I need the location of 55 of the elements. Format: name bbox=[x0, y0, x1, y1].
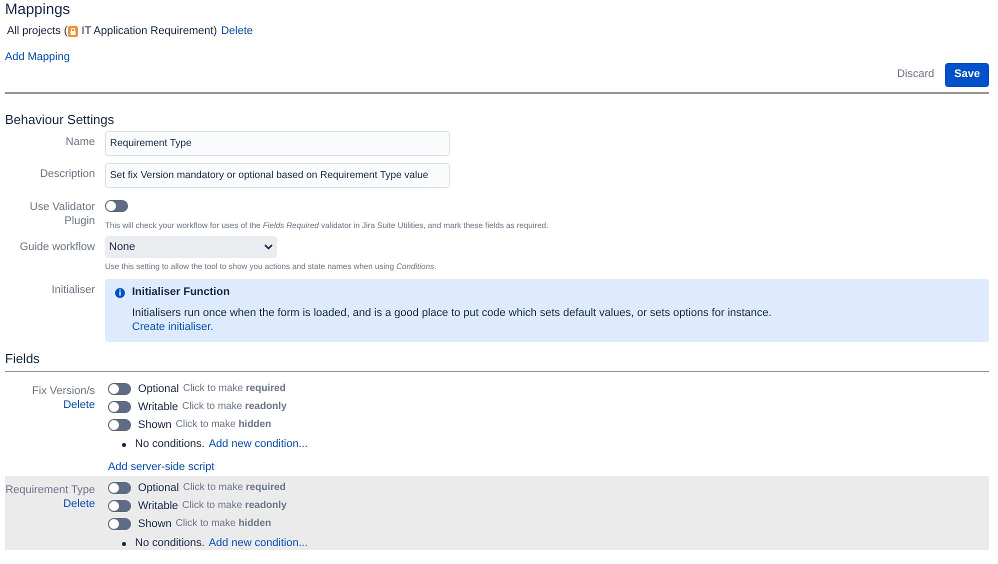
mapping-text: IT Application Requirement) bbox=[82, 25, 218, 38]
bullet-icon bbox=[122, 442, 126, 447]
delete-link[interactable]: Delete bbox=[63, 497, 95, 512]
toggle-state: Writable bbox=[138, 500, 178, 513]
section-title: Fields bbox=[5, 351, 41, 368]
bullet-icon bbox=[122, 542, 126, 546]
toggle-hint: Click to make readonly bbox=[182, 500, 287, 512]
field-label: Guide workflow bbox=[18, 240, 95, 256]
toggle-hint: Click to make hidden bbox=[176, 518, 272, 530]
conditions-text: No conditions. bbox=[135, 537, 205, 550]
delete-link[interactable]: Delete bbox=[221, 25, 253, 38]
save-button[interactable]: Save bbox=[945, 63, 989, 87]
create-initialiser-link[interactable]: Create initialiser. bbox=[132, 320, 214, 334]
field-name: Requirement Type bbox=[5, 483, 95, 498]
chevron-down-icon bbox=[264, 244, 273, 250]
toggle-hint: Click to make readonly bbox=[182, 401, 287, 414]
toggle-state: Shown bbox=[138, 418, 172, 432]
field-label: Name bbox=[64, 134, 95, 150]
field-label: Use Validator Plugin bbox=[28, 200, 95, 229]
toggle-state: Optional bbox=[138, 482, 179, 495]
field-label: Initialiser bbox=[50, 282, 95, 298]
toggle-switch[interactable] bbox=[108, 401, 131, 414]
toggle-state: Shown bbox=[138, 518, 172, 531]
add-mapping-link[interactable]: Add Mapping bbox=[5, 51, 70, 64]
toggle-state: Optional bbox=[138, 382, 179, 396]
mapping-text: All projects ( bbox=[7, 25, 68, 38]
workflow-dropdown[interactable]: None bbox=[105, 236, 277, 258]
description-field[interactable]: Set fix Version mandatory or optional based on Requirement Type value bbox=[105, 162, 450, 188]
toggle-switch[interactable] bbox=[108, 482, 131, 494]
project-icon bbox=[68, 26, 78, 38]
toggle-switch[interactable] bbox=[108, 500, 131, 512]
toggle-hint: Click to make required bbox=[182, 482, 286, 494]
conditions-text: No conditions. bbox=[135, 438, 205, 452]
toggle-hint: Click to make required bbox=[182, 383, 286, 396]
info-icon bbox=[115, 288, 125, 298]
toggle-switch[interactable] bbox=[108, 383, 131, 396]
section-title: Mappings bbox=[5, 0, 72, 20]
section-title: Behaviour Settings bbox=[5, 112, 116, 128]
toggle-switch[interactable] bbox=[108, 419, 131, 432]
add-condition-link[interactable]: Add new condition... bbox=[208, 537, 308, 550]
help-text: Use this setting to allow the tool to show you actions and state names when using Conditions. bbox=[105, 262, 438, 272]
help-text: This will check your workflow for uses of the Fields Required validator in Jira Suite Utilities, and mark these fields as required. bbox=[105, 220, 550, 230]
name-field[interactable]: Requirement Type bbox=[105, 130, 450, 156]
add-script-link[interactable]: Add server-side script bbox=[108, 461, 214, 474]
toggle-state: Writable bbox=[138, 400, 178, 414]
field-name: Fix Version/s bbox=[32, 384, 95, 398]
toggle-switch[interactable] bbox=[105, 200, 128, 212]
panel-text: Initialisers run once when the form is loaded, and is a good place to put code which sets default values, or sets options for instance. bbox=[132, 306, 773, 320]
toggle-hint: Click to make hidden bbox=[176, 419, 272, 432]
delete-link[interactable]: Delete bbox=[63, 398, 95, 412]
field-label: Description bbox=[38, 166, 95, 182]
toggle-switch[interactable] bbox=[108, 518, 131, 530]
panel-title: Initialiser Function bbox=[132, 286, 230, 300]
add-condition-link[interactable]: Add new condition... bbox=[208, 438, 308, 452]
discard-button[interactable]: Discard bbox=[894, 64, 938, 86]
